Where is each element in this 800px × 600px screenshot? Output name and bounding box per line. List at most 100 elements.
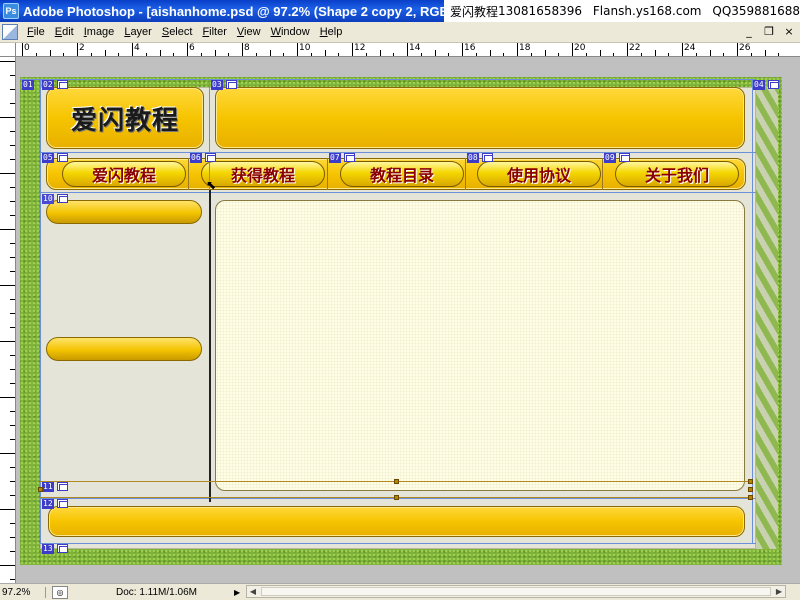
ruler-minor-tick <box>544 50 546 56</box>
slice-link-icon <box>57 80 68 89</box>
slice-tag-12[interactable]: 12 <box>42 499 54 509</box>
slice-tag-13[interactable]: 13 <box>42 544 54 554</box>
ruler-label: 2 <box>79 43 85 53</box>
horizontal-ruler[interactable]: 0 2 4 6 8 10 12 14 16 18 20 22 24 26 <box>16 43 800 57</box>
status-menu-arrow-icon[interactable]: ▶ <box>234 588 246 597</box>
ruler-tick <box>0 509 15 510</box>
ruler-tick <box>0 285 15 286</box>
horizontal-scrollbar[interactable]: ◀ ▶ <box>246 585 786 598</box>
slice-tag-06[interactable]: 06 <box>190 153 202 163</box>
restore-icon[interactable]: ❐ <box>762 25 776 39</box>
transform-handle[interactable] <box>394 495 399 500</box>
nav-separator <box>465 158 466 190</box>
slice-tag-07[interactable]: 07 <box>329 153 341 163</box>
menu-select[interactable]: Select <box>157 26 198 38</box>
ruler-label: 26 <box>739 43 751 53</box>
vertical-ruler[interactable] <box>0 57 16 583</box>
slice-link-icon <box>57 544 68 553</box>
document-icon[interactable] <box>2 24 18 40</box>
slice-tag-11[interactable]: 11 <box>42 482 54 492</box>
vertical-guide[interactable] <box>209 190 211 502</box>
decorative-stripes <box>756 87 778 549</box>
slice-guide <box>40 79 41 543</box>
photoshop-window: Ps Adobe Photoshop - [aishanhome.psd @ 9… <box>0 0 800 600</box>
logo-text: 爱闪教程 <box>70 105 179 136</box>
ruler-tick <box>0 229 15 230</box>
ruler-tick <box>0 173 15 174</box>
nav-button-home[interactable]: 爱闪教程 <box>62 161 186 187</box>
transform-handle[interactable] <box>38 487 43 492</box>
transform-handle[interactable] <box>748 479 753 484</box>
slice-guide <box>20 79 756 80</box>
slice-guide <box>752 79 753 543</box>
ruler-tick <box>0 341 15 342</box>
ruler-tick <box>0 61 15 62</box>
slice-tag-01[interactable]: 01 <box>22 80 34 90</box>
menu-image[interactable]: Image <box>79 26 120 38</box>
ruler-tick <box>0 397 15 398</box>
nav-button-terms[interactable]: 使用协议 <box>477 161 601 187</box>
footer-panel <box>48 506 745 537</box>
slice-tag-05[interactable]: 05 <box>42 153 54 163</box>
main-content-panel <box>215 200 745 491</box>
transform-handle[interactable] <box>394 479 399 484</box>
slice-tag-09[interactable]: 09 <box>604 153 616 163</box>
nav-separator <box>602 158 603 190</box>
slice-tag-10[interactable]: 10 <box>42 194 54 204</box>
ruler-label: 12 <box>354 43 366 53</box>
ruler-label: 8 <box>244 43 250 53</box>
slice-guide <box>40 192 756 193</box>
ruler-tick <box>0 453 15 454</box>
minimize-icon[interactable]: _ <box>742 25 756 39</box>
slice-link-icon <box>226 80 237 89</box>
photoshop-app-icon[interactable]: Ps <box>3 3 19 19</box>
ruler-minor-tick <box>214 50 216 56</box>
ruler-tick <box>0 117 15 118</box>
close-icon[interactable]: × <box>782 25 796 39</box>
watermark-site: Flansh.ys168.com <box>592 4 702 18</box>
ruler-minor-tick <box>49 50 51 56</box>
slice-tag-02[interactable]: 02 <box>42 80 54 90</box>
nav-button-get-tutorial[interactable]: 获得教程 <box>201 161 325 187</box>
menu-layer[interactable]: Layer <box>119 26 157 38</box>
menu-help[interactable]: Help <box>315 26 348 38</box>
ruler-minor-tick <box>709 50 711 56</box>
slice-link-icon <box>57 499 68 508</box>
sidebar-section-shape <box>46 337 202 361</box>
zoom-level[interactable]: 97.2% <box>0 586 46 598</box>
transform-handle[interactable] <box>748 495 753 500</box>
transform-handle[interactable] <box>748 487 753 492</box>
scroll-left-icon[interactable]: ◀ <box>247 586 259 597</box>
logo-panel: 爱闪教程 <box>46 87 204 149</box>
ruler-label: 24 <box>684 43 696 53</box>
ruler-label: 10 <box>299 43 311 53</box>
nav-button-catalog[interactable]: 教程目录 <box>340 161 464 187</box>
ruler-minor-tick <box>159 50 161 56</box>
banner-panel <box>215 87 745 149</box>
nav-button-about[interactable]: 关于我们 <box>615 161 739 187</box>
navigator-icon[interactable]: ◎ <box>52 585 68 599</box>
ruler-minor-tick <box>489 50 491 56</box>
ruler-label: 14 <box>409 43 421 53</box>
ruler-minor-tick <box>379 50 381 56</box>
slice-tag-03[interactable]: 03 <box>211 80 223 90</box>
menu-filter[interactable]: Filter <box>197 26 231 38</box>
slice-tag-08[interactable]: 08 <box>467 153 479 163</box>
ruler-origin[interactable] <box>0 43 16 57</box>
ruler-tick <box>0 565 15 566</box>
scroll-right-icon[interactable]: ▶ <box>773 586 785 597</box>
menu-window[interactable]: Window <box>266 26 315 38</box>
scrollbar-thumb[interactable] <box>261 587 771 596</box>
document-window-controls: _ ❐ × <box>742 25 796 39</box>
slice-link-icon <box>205 153 216 162</box>
menu-file[interactable]: File <box>22 26 50 38</box>
ruler-minor-tick <box>599 50 601 56</box>
sidebar-header-shape <box>46 200 202 224</box>
slice-link-icon <box>344 153 355 162</box>
slice-link-icon <box>482 153 493 162</box>
menu-edit[interactable]: Edit <box>50 26 79 38</box>
ruler-minor-tick <box>104 50 106 56</box>
nav-separator <box>188 158 189 190</box>
menu-view[interactable]: View <box>232 26 266 38</box>
slice-tag-04[interactable]: 04 <box>753 80 765 90</box>
